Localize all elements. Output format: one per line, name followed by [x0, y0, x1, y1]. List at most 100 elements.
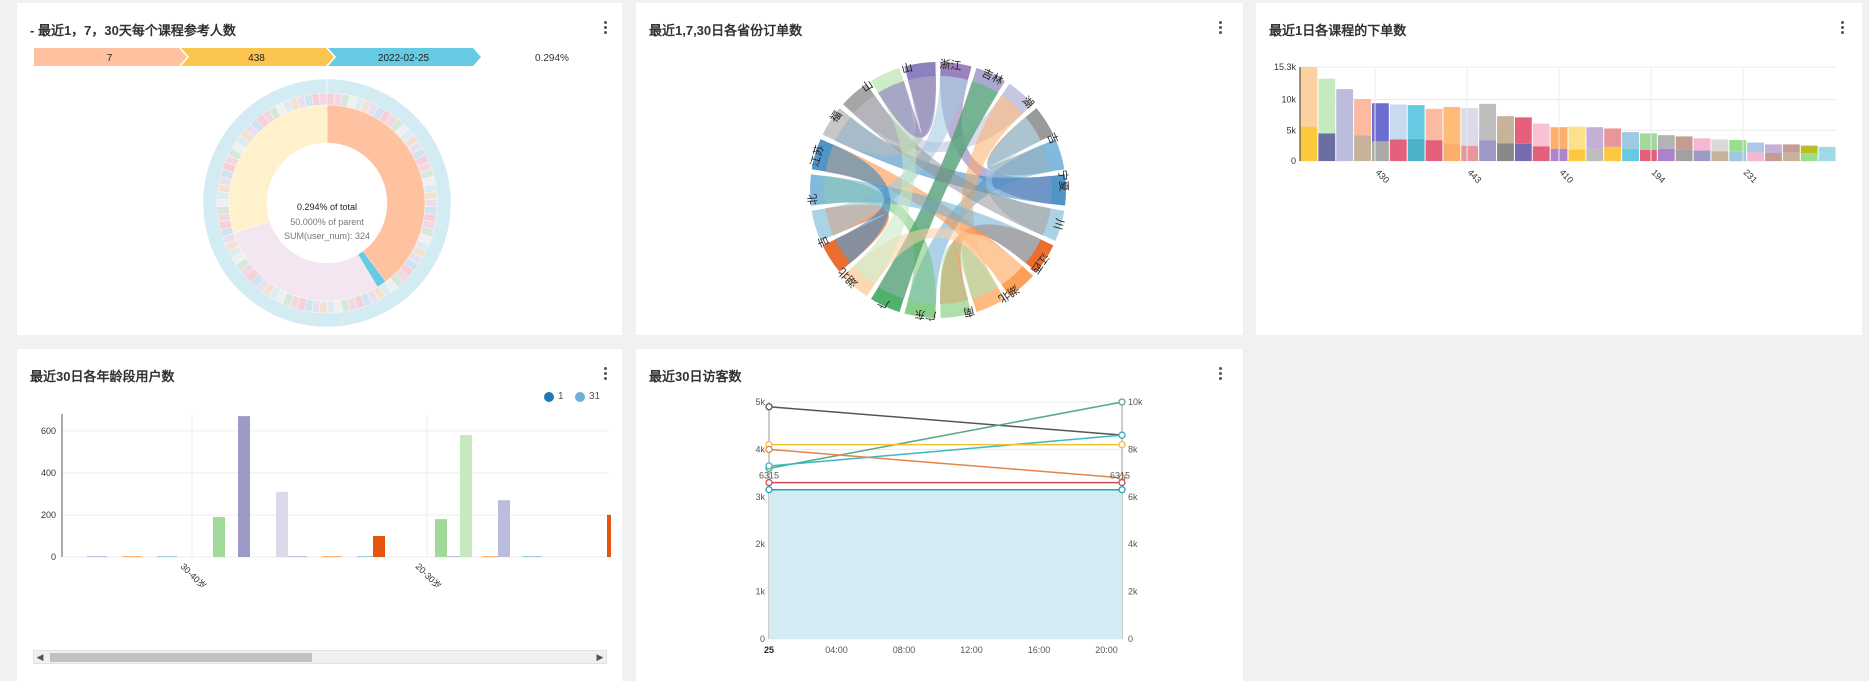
y-right-tick-label: 10k: [1128, 397, 1143, 407]
bar: [607, 514, 611, 557]
sunburst-segment: [216, 206, 230, 215]
bar: [213, 517, 225, 557]
bar: [1300, 126, 1318, 161]
bar: [1586, 148, 1604, 161]
bar: [1425, 108, 1443, 141]
bar: [1765, 153, 1782, 161]
legend-label: 1: [558, 391, 564, 402]
y-tick-label: 15.3k: [1274, 62, 1297, 72]
bar: [1514, 143, 1532, 161]
bar: [1461, 108, 1479, 146]
card-course-participants: - 最近1，7，30天每个课程参考人数 7 438 2022-02-25 0.294%…: [17, 3, 622, 335]
chord-chart: 浙江吉林湖吉宁夏川江西湖北南广东广湖北吉北江苏福山山: [806, 58, 1071, 323]
x-tick-label: 430: [1374, 167, 1392, 185]
sunburst-segment: [424, 198, 438, 208]
bar: [1568, 126, 1586, 150]
bar: [1711, 151, 1729, 161]
card-province-orders: 最近1,7,30日各省份订单数 浙江 吉林湖吉宁夏川江西 湖北南广东广湖北吉北江苏福…: [636, 3, 1243, 335]
more-menu-icon[interactable]: [597, 363, 613, 383]
visitors-line-chart: 5k 10k 4k 8k 3k 6k 2k 4k 1k 2k 0 0 6315 6315 25 04:00 08…: [755, 397, 1143, 655]
bar: [1782, 152, 1800, 161]
breadcrumb: 7 438 2022-02-25 0.294%: [34, 48, 569, 66]
bar: [1514, 117, 1532, 144]
breadcrumb-label: 438: [248, 53, 265, 64]
sunburst-segment: [319, 92, 328, 106]
series-line: [768, 405, 1123, 436]
y-left-tick-label: 1k: [755, 587, 765, 597]
sunburst-segment: [424, 191, 438, 200]
bar: [1675, 136, 1693, 150]
more-menu-icon[interactable]: [597, 17, 613, 37]
sunburst-segment: [333, 299, 343, 313]
legend-item[interactable]: 1: [544, 391, 564, 402]
y-right-tick-label: 2k: [1128, 587, 1138, 597]
bar: [1443, 143, 1461, 161]
bar: [276, 491, 288, 557]
point-label: 6315: [1110, 471, 1130, 481]
more-menu-icon[interactable]: [1834, 17, 1850, 37]
card-title: 最近30日各年龄段用户数: [30, 369, 175, 384]
sunburst-segment: [326, 92, 335, 106]
y-left-tick-label: 5k: [755, 397, 765, 407]
bar: [1497, 116, 1514, 144]
y-right-tick-label: 4k: [1128, 539, 1138, 549]
bar: [1532, 123, 1550, 147]
scrollbar-thumb[interactable]: [50, 653, 312, 662]
card-age-users: 最近30日各年龄段用户数 1 31 600 400 200 0 30-40岁 20-30岁…: [17, 349, 622, 681]
bar: [1389, 139, 1407, 161]
card-course-orders: 最近1日各课程的下单数 15.3k 10k 5k 0 430 443 410 194 231: [1256, 3, 1862, 335]
scroll-left-icon[interactable]: ◀: [34, 651, 46, 663]
legend-item[interactable]: 31: [575, 391, 600, 402]
card-title: - 最近1，7，30天每个课程参考人数: [30, 23, 236, 38]
sunburst-segment: [311, 93, 321, 107]
bar: [1747, 152, 1765, 161]
bar: [1675, 149, 1693, 161]
breadcrumb-label: 7: [107, 53, 113, 64]
series-point: [1118, 398, 1126, 406]
bar: [1532, 146, 1550, 161]
horizontal-scrollbar[interactable]: ◀ ▶: [33, 650, 607, 664]
bar: [1407, 105, 1425, 139]
sunburst-tooltip-text: 0.294% of total: [297, 202, 357, 212]
x-tick-label: 12:00: [960, 645, 983, 655]
bar: [1657, 148, 1675, 161]
bar: [1425, 140, 1443, 161]
bar: [1639, 149, 1657, 161]
scroll-right-icon[interactable]: ▶: [594, 651, 606, 663]
point-label: 6315: [759, 471, 779, 481]
bar: [1729, 151, 1747, 161]
card-visitors: 最近30日访客数 5k 10k 4k 8k 3k 6k 2k 4k 1k 2k 0 0 6315 6315…: [636, 349, 1243, 681]
bar: [1747, 142, 1765, 153]
y-tick-label: 10k: [1281, 95, 1296, 105]
bar: [1568, 149, 1586, 161]
sunburst-segment: [319, 300, 328, 314]
bar: [1693, 138, 1711, 151]
bar: [1318, 78, 1336, 134]
y-right-tick-label: 0: [1128, 634, 1133, 644]
bar: [498, 500, 510, 557]
x-tick-label: 20:00: [1095, 645, 1118, 655]
bar: [1300, 67, 1318, 127]
chord-label: 广东: [914, 307, 937, 322]
bar: [1782, 144, 1800, 153]
x-tick-label: 25: [764, 645, 774, 655]
bar: [122, 556, 142, 557]
bar: [1639, 133, 1657, 150]
bar: [1711, 139, 1729, 152]
more-menu-icon[interactable]: [1212, 17, 1228, 37]
y-left-tick-label: 2k: [755, 539, 765, 549]
bar: [1479, 103, 1497, 141]
series-line: [768, 448, 1123, 479]
legend-label: 31: [589, 391, 601, 402]
y-tick-label: 200: [41, 510, 56, 520]
legend-dot: [544, 391, 554, 402]
bar: [1604, 128, 1622, 147]
x-tick-label: 443: [1466, 167, 1484, 185]
bar: [1800, 153, 1818, 161]
bar: [1622, 132, 1639, 149]
bar: [1729, 140, 1747, 152]
bar: [1586, 127, 1604, 149]
chord-label: 山: [900, 61, 914, 76]
bar: [1657, 135, 1675, 149]
series-point: [765, 486, 773, 494]
